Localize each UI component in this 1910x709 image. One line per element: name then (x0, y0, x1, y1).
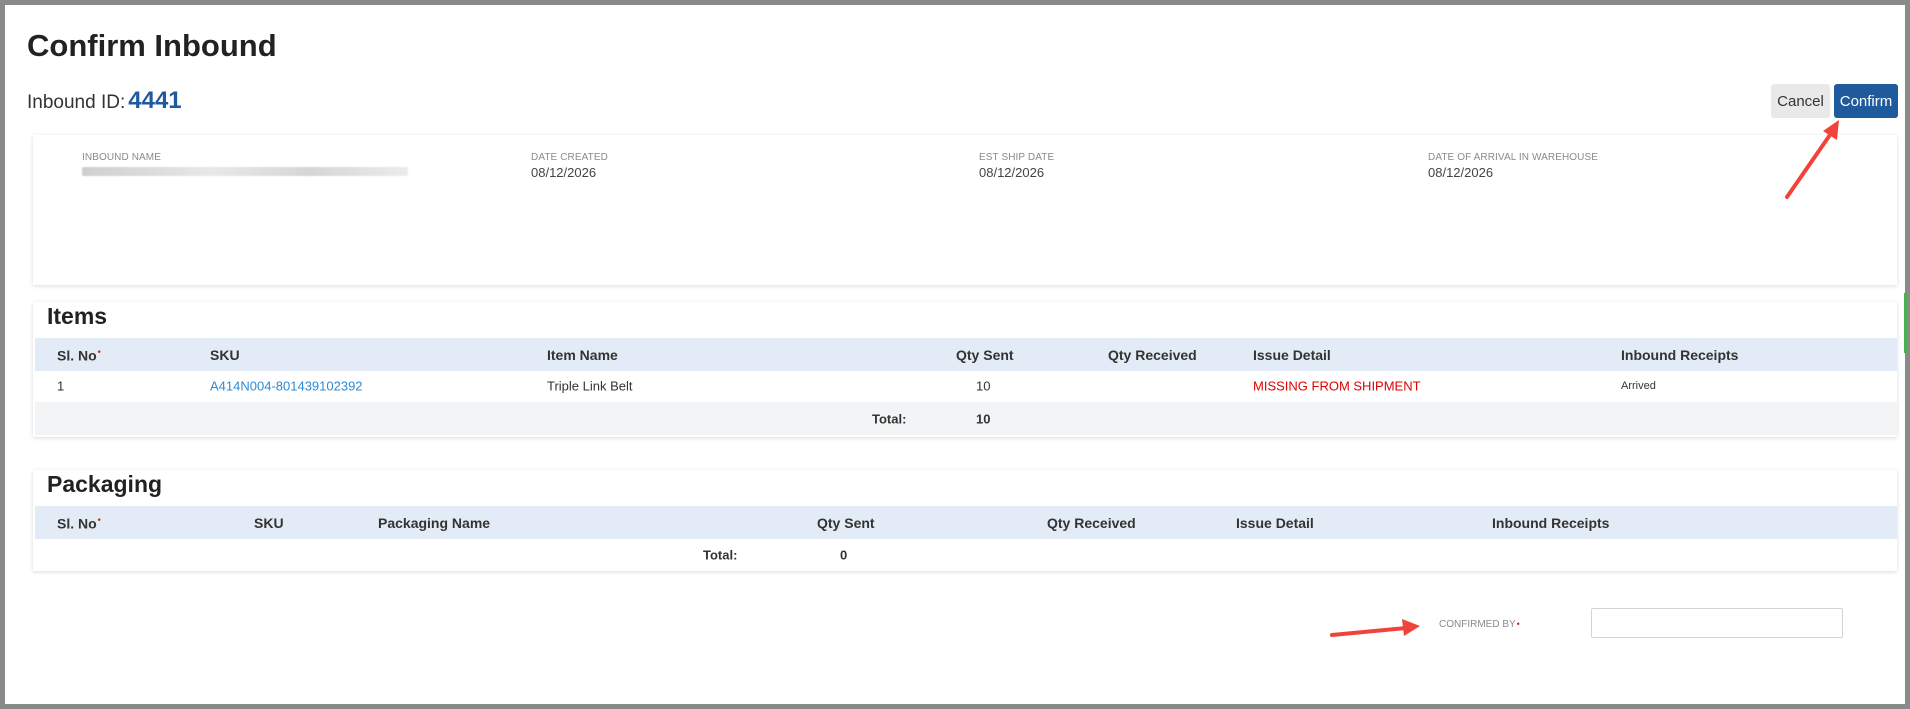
items-header-inbound-receipts: Inbound Receipts (1621, 346, 1739, 363)
date-created-label: DATE CREATED (531, 152, 608, 163)
item-name: Triple Link Belt (547, 378, 633, 393)
item-inbound-receipts: Arrived (1621, 379, 1656, 392)
packaging-title: Packaging (47, 471, 163, 497)
annotation-arrow-confirm (1785, 120, 1839, 199)
confirmed-by-input[interactable] (1591, 608, 1843, 638)
inbound-id: Inbound ID: 4441 (27, 87, 182, 115)
confirmed-by-label: CONFIRMED BY• (1439, 619, 1520, 630)
item-sku-link[interactable]: A414N004-801439102392 (210, 378, 363, 393)
annotation-arrow-confirmed-by (1330, 619, 1420, 637)
est-ship-date-label: EST SHIP DATE (979, 152, 1055, 163)
items-title: Items (47, 303, 108, 329)
table-row: 1 A414N004-801439102392 Triple Link Belt… (35, 369, 1897, 402)
packaging-header-packaging-name: Packaging Name (378, 514, 491, 531)
items-total-value: 10 (976, 411, 991, 426)
items-total-row: Total: 10 (35, 402, 1897, 435)
inbound-id-label: Inbound ID: (27, 92, 126, 113)
packaging-header-sl-no: Sl. No• (57, 514, 101, 531)
arrival-date-field: DATE OF ARRIVAL IN WAREHOUSE 08/12/2026 (1428, 152, 1598, 180)
scrollbar-thumb[interactable] (1904, 293, 1907, 353)
items-header-qty-received: Qty Received (1108, 346, 1197, 363)
packaging-header-qty-received: Qty Received (1047, 514, 1136, 531)
inbound-name-redacted (82, 167, 408, 176)
packaging-header-issue-detail: Issue Detail (1236, 514, 1314, 531)
items-header-item-name: Item Name (547, 346, 618, 363)
items-header-sl-no: Sl. No• (57, 346, 101, 363)
arrival-date-label: DATE OF ARRIVAL IN WAREHOUSE (1428, 152, 1599, 163)
inbound-id-value: 4441 (128, 87, 182, 114)
date-created-field: DATE CREATED 08/12/2026 (531, 152, 608, 180)
packaging-table-header: Sl. No• SKU Packaging Name Qty Sent Qty … (35, 506, 1897, 539)
arrival-date-value: 08/12/2026 (1428, 165, 1494, 180)
page-title: Confirm Inbound (27, 28, 277, 63)
packaging-header-qty-sent: Qty Sent (817, 514, 875, 531)
item-qty-sent: 10 (976, 378, 991, 393)
items-header-sku: SKU (210, 346, 240, 363)
packaging-total-row: Total: 0 (35, 538, 1897, 571)
inbound-info-card: INBOUND NAME DATE CREATED 08/12/2026 EST… (33, 135, 1897, 285)
est-ship-date-field: EST SHIP DATE 08/12/2026 (979, 152, 1054, 180)
items-header-qty-sent: Qty Sent (956, 346, 1014, 363)
inbound-name-label: INBOUND NAME (82, 152, 161, 163)
packaging-total-label: Total: (703, 547, 738, 562)
items-table-header: Sl. No• SKU Item Name Qty Sent Qty Recei… (35, 338, 1897, 371)
packaging-header-sku: SKU (254, 514, 284, 531)
date-created-value: 08/12/2026 (531, 165, 597, 180)
packaging-total-value: 0 (840, 547, 848, 562)
item-sl-no: 1 (57, 378, 65, 393)
confirm-button[interactable]: Confirm (1834, 84, 1898, 118)
items-header-issue-detail: Issue Detail (1253, 346, 1331, 363)
est-ship-date-value: 08/12/2026 (979, 165, 1045, 180)
cancel-button[interactable]: Cancel (1771, 84, 1830, 118)
inbound-name-field: INBOUND NAME (82, 152, 408, 176)
packaging-header-inbound-receipts: Inbound Receipts (1492, 514, 1610, 531)
items-total-label: Total: (872, 411, 907, 426)
item-issue-detail: MISSING FROM SHIPMENT (1253, 378, 1421, 393)
